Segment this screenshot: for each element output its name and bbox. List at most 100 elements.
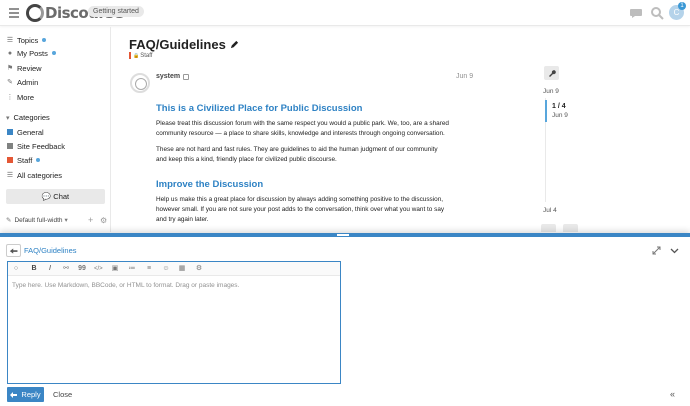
post-avatar[interactable] xyxy=(130,73,150,93)
timeline-controls xyxy=(541,224,581,232)
bold-icon[interactable]: B xyxy=(30,265,38,273)
post-text-line: Please treat this discussion forum with … xyxy=(156,120,449,127)
sidebar-category-all[interactable]: ☰ All categories xyxy=(6,169,62,181)
expand-icon[interactable] xyxy=(652,246,661,255)
site-header: Discourse Getting started C 1 xyxy=(0,0,690,26)
post-text-line: Help us make this a great place for disc… xyxy=(156,196,444,203)
post-text-line: and keep this a kind, friendly place for… xyxy=(156,156,337,163)
timeline-start-date[interactable]: Jun 9 xyxy=(543,88,559,95)
timeline-end-date[interactable]: Jul 4 xyxy=(543,207,557,214)
composer-editor[interactable]: ○ B I ⚯ 99 </> ▣ ≔ ≡ ☺ ▦ ⚙ Type here. Us… xyxy=(7,261,341,384)
chat-bubble-icon[interactable] xyxy=(629,6,643,20)
calendar-icon[interactable]: ▦ xyxy=(178,265,186,273)
reply-icon[interactable] xyxy=(541,224,556,232)
gear-icon[interactable]: ⚙ xyxy=(195,265,203,273)
sidebar-categories-heading[interactable]: ▾ Categories xyxy=(6,113,50,122)
plus-icon[interactable]: + xyxy=(88,215,93,225)
category-color-square xyxy=(7,143,13,149)
chevron-down-icon: ▾ xyxy=(64,217,68,224)
chat-button-label: Chat xyxy=(53,192,70,201)
list-icon: ☰ xyxy=(6,37,14,44)
link-icon[interactable]: ⚯ xyxy=(62,265,70,273)
post-heading: This is a Civilized Place for Public Dis… xyxy=(156,103,363,114)
sidebar-item-topics[interactable]: ☰ Topics xyxy=(6,34,47,46)
reply-icon xyxy=(10,391,18,398)
code-icon[interactable]: </> xyxy=(94,265,103,273)
topic-category[interactable]: 🔒 Staff xyxy=(129,52,152,59)
reply-action-icon[interactable] xyxy=(6,244,21,257)
emoji-icon[interactable]: ☺ xyxy=(162,265,170,273)
topic-category-label: Staff xyxy=(140,52,153,59)
notification-badge: 1 xyxy=(678,2,686,10)
wrench-icon: ✎ xyxy=(7,79,13,86)
shield-icon xyxy=(183,73,190,80)
pencil-icon[interactable] xyxy=(230,40,239,49)
gear-icon[interactable]: ⚙ xyxy=(100,216,107,225)
sidebar-item-my-posts[interactable]: ● My Posts xyxy=(6,47,56,59)
bell-icon[interactable] xyxy=(563,224,578,232)
sidebar-category-site-feedback[interactable]: Site Feedback xyxy=(6,140,65,152)
numbered-list-icon[interactable]: ≡ xyxy=(145,265,153,273)
post-paragraph: Help us make this a great place for disc… xyxy=(156,195,476,225)
sidebar-item-label: More xyxy=(17,92,35,102)
composer-textarea[interactable]: Type here. Use Markdown, BBCode, or HTML… xyxy=(12,282,239,289)
reply-composer: FAQ/Guidelines ○ B I ⚯ 99 </> ▣ ≔ ≡ ☺ ▦ … xyxy=(0,233,690,406)
timeline-position: 1 / 4 xyxy=(552,103,566,110)
composer-topic-link[interactable]: FAQ/Guidelines xyxy=(24,246,77,255)
sidebar-category-general[interactable]: General xyxy=(6,126,44,138)
flag-icon: ⚑ xyxy=(6,65,14,72)
search-icon[interactable] xyxy=(650,6,664,20)
image-icon[interactable]: ▣ xyxy=(111,265,119,273)
sidebar-item-label: Staff xyxy=(17,155,33,165)
sidebar-item-review[interactable]: ⚑ Review xyxy=(6,62,42,74)
layout-selector[interactable]: Default full-width xyxy=(14,217,62,224)
category-color-bar xyxy=(129,52,131,59)
post-text-line: however small. If you are not sure your … xyxy=(156,206,445,213)
category-color-square xyxy=(7,157,13,163)
quote-icon[interactable]: 99 xyxy=(78,265,86,273)
sidebar-item-label: General xyxy=(17,127,44,137)
collapse-composer-icon[interactable]: « xyxy=(670,389,675,399)
unread-dot xyxy=(51,51,56,55)
sidebar-item-more[interactable]: ⋮ More xyxy=(6,91,35,103)
logo-mark xyxy=(26,4,44,22)
hamburger-icon[interactable] xyxy=(9,8,19,18)
getting-started-badge[interactable]: Getting started xyxy=(88,6,144,17)
unread-dot xyxy=(42,38,47,42)
bullet-list-icon[interactable]: ≔ xyxy=(128,265,136,273)
editor-toolbar: ○ B I ⚯ 99 </> ▣ ≔ ≡ ☺ ▦ ⚙ xyxy=(8,262,340,276)
post-text-line: community resource — a place to share sk… xyxy=(156,130,445,137)
chat-button[interactable]: 💬 Chat xyxy=(6,189,105,204)
post-text-line: and try again later. xyxy=(156,216,209,223)
post-date[interactable]: Jun 9 xyxy=(456,73,473,80)
post-paragraph: These are not hard and fast rules. They … xyxy=(156,145,476,165)
chat-bubble-icon[interactable]: ○ xyxy=(12,265,20,273)
italic-icon[interactable]: I xyxy=(46,265,54,273)
chevron-down-icon[interactable] xyxy=(670,246,679,255)
post-paragraph: Please treat this discussion forum with … xyxy=(156,119,476,139)
category-color-square xyxy=(7,129,13,135)
chat-bubble-icon: 💬 xyxy=(41,192,52,201)
sidebar-item-label: My Posts xyxy=(17,48,48,58)
post-username[interactable]: system xyxy=(156,73,190,80)
more-icon: ⋮ xyxy=(6,94,14,101)
timeline-handle[interactable] xyxy=(545,100,547,122)
sidebar-item-admin[interactable]: ✎ Admin xyxy=(6,76,38,88)
user-icon: ● xyxy=(7,49,13,57)
sidebar-category-staff[interactable]: Staff xyxy=(6,154,41,166)
lock-icon: 🔒 xyxy=(133,52,140,59)
chevron-down-icon: ▾ xyxy=(6,114,10,122)
sidebar-item-label: Review xyxy=(17,63,42,73)
admin-wrench-button[interactable] xyxy=(544,66,559,80)
post-heading: Improve the Discussion xyxy=(156,179,264,190)
close-button[interactable]: Close xyxy=(53,390,72,399)
topic-title-text: FAQ/Guidelines xyxy=(129,37,226,52)
reply-button-label: Reply xyxy=(21,390,41,399)
sidebar-footer: ✎ Default full-width ▾ + ⚙ xyxy=(6,215,107,225)
reply-button[interactable]: Reply xyxy=(7,387,44,402)
list-icon: ☰ xyxy=(6,172,14,179)
wrench-icon xyxy=(549,70,556,77)
layout-icon[interactable]: ✎ xyxy=(6,216,11,224)
composer-resize-grip[interactable] xyxy=(337,234,349,236)
timeline-position-date: Jun 9 xyxy=(552,112,568,119)
